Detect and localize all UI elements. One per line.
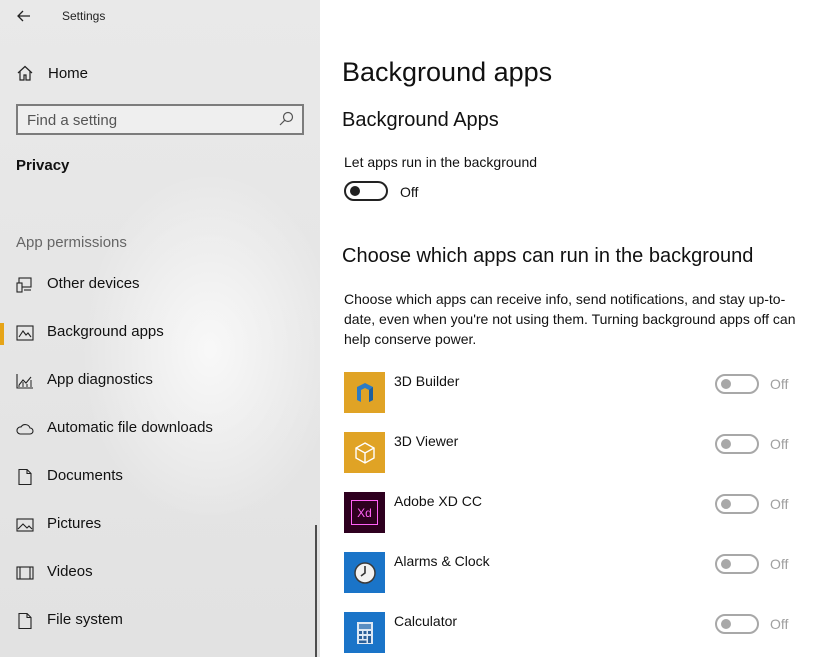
home-icon	[17, 65, 33, 81]
app-toggle[interactable]	[715, 374, 759, 394]
clock-icon	[353, 561, 376, 584]
app-row-adobe-xd: Xd Adobe XD CC Off	[320, 492, 824, 536]
app-tile	[344, 612, 385, 653]
app-row-3d-builder: 3D Builder Off	[320, 372, 824, 416]
sidebar-item-label: Background apps	[47, 323, 164, 340]
master-background-toggle[interactable]	[344, 181, 388, 201]
3d-viewer-icon	[354, 441, 375, 464]
devices-icon	[16, 277, 32, 293]
app-tile	[344, 432, 385, 473]
toggle-knob	[721, 439, 731, 449]
app-tile	[344, 372, 385, 413]
app-toggle[interactable]	[715, 434, 759, 454]
sidebar-item-label: File system	[47, 611, 123, 628]
app-toggle[interactable]	[715, 614, 759, 634]
app-row-3d-viewer: 3D Viewer Off	[320, 432, 824, 476]
sidebar-item-file-system[interactable]: File system	[0, 601, 320, 641]
search-box[interactable]	[16, 104, 304, 135]
app-row-calculator: Calculator Off	[320, 612, 824, 656]
sidebar-item-automatic-file-downloads[interactable]: Automatic file downloads	[0, 409, 320, 449]
sidebar-item-app-diagnostics[interactable]: App diagnostics	[0, 361, 320, 401]
section-heading-background-apps: Background Apps	[342, 109, 499, 131]
sidebar-item-label: Pictures	[47, 515, 102, 532]
window-title: Settings	[62, 9, 106, 23]
sidebar-item-pictures[interactable]: Pictures	[0, 505, 320, 545]
search-input[interactable]	[27, 110, 267, 130]
app-toggle-state: Off	[770, 556, 789, 572]
back-arrow-icon	[17, 10, 30, 22]
active-indicator	[0, 323, 4, 345]
sidebar-item-background-apps[interactable]: Background apps	[0, 313, 320, 353]
app-toggle[interactable]	[715, 494, 759, 514]
cloud-icon	[16, 424, 34, 435]
3d-builder-icon	[356, 382, 373, 402]
toggle-knob	[721, 619, 731, 629]
app-tile	[344, 552, 385, 593]
section-heading-choose-apps: Choose which apps can run in the backgro…	[342, 245, 754, 267]
sidebar: Settings Home Privacy App permissions Ot…	[0, 0, 320, 657]
picture-icon	[16, 518, 34, 532]
sidebar-item-other-devices[interactable]: Other devices	[0, 265, 320, 305]
sidebar-item-label: Automatic file downloads	[47, 419, 213, 436]
video-icon	[16, 566, 34, 580]
calculator-icon	[356, 621, 373, 644]
app-name: Alarms & Clock	[394, 553, 490, 569]
app-toggle-state: Off	[770, 436, 789, 452]
adobe-xd-icon: Xd	[351, 500, 378, 525]
app-toggle-state: Off	[770, 496, 789, 512]
back-button[interactable]	[12, 6, 36, 26]
master-toggle-state: Off	[400, 184, 419, 200]
toggle-knob	[721, 559, 731, 569]
document-icon	[18, 469, 32, 485]
toggle-knob	[721, 379, 731, 389]
toggle-knob	[721, 499, 731, 509]
diagnostics-icon	[16, 374, 33, 389]
home-nav-item[interactable]: Home	[16, 61, 88, 85]
sidebar-item-videos[interactable]: Videos	[0, 553, 320, 593]
sidebar-item-documents[interactable]: Documents	[0, 457, 320, 497]
section-title: Privacy	[16, 157, 70, 174]
sidebar-item-label: Documents	[47, 467, 123, 484]
app-name: Calculator	[394, 613, 458, 629]
title-bar: Settings	[0, 0, 320, 34]
sidebar-item-label: Videos	[47, 563, 93, 580]
file-icon	[18, 613, 32, 629]
home-label: Home	[48, 64, 89, 82]
app-name: 3D Viewer	[394, 433, 459, 449]
background-apps-icon	[16, 325, 34, 341]
app-toggle-state: Off	[770, 376, 789, 392]
main-content: Background apps Background Apps Let apps…	[320, 0, 824, 657]
sidebar-item-label: App diagnostics	[47, 371, 153, 388]
app-toggle[interactable]	[715, 554, 759, 574]
group-label: App permissions	[16, 234, 127, 251]
section-description: Choose which apps can receive info, send…	[344, 291, 796, 347]
toggle-knob	[350, 186, 360, 196]
sidebar-scrollbar[interactable]	[315, 525, 317, 657]
sidebar-item-label: Other devices	[47, 275, 140, 292]
setting-label-run-in-background: Let apps run in the background	[344, 154, 538, 170]
app-name: 3D Builder	[394, 373, 460, 389]
search-icon[interactable]	[278, 111, 294, 127]
app-tile: Xd	[344, 492, 385, 533]
app-row-alarms-clock: Alarms & Clock Off	[320, 552, 824, 596]
app-toggle-state: Off	[770, 616, 789, 632]
app-name: Adobe XD CC	[394, 493, 482, 509]
page-title: Background apps	[342, 57, 553, 87]
